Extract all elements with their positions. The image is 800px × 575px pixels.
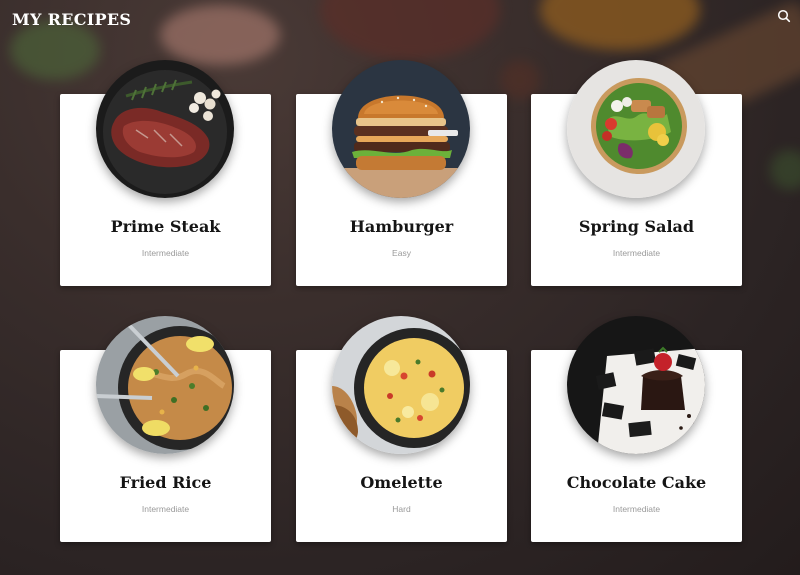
steak-image	[96, 60, 234, 198]
recipe-difficulty: Intermediate	[141, 504, 190, 514]
recipe-card-omelette[interactable]: Omelette Hard	[296, 316, 507, 542]
search-icon	[777, 9, 791, 23]
recipe-title: Hamburger	[349, 217, 454, 236]
recipe-title: Prime Steak	[110, 217, 221, 236]
chocolate-cake-image	[567, 316, 705, 454]
recipe-card-hamburger[interactable]: Hamburger Easy	[296, 60, 507, 286]
recipe-card-chocolate-cake[interactable]: Chocolate Cake Intermediate	[531, 316, 742, 542]
salad-image	[567, 60, 705, 198]
recipe-difficulty: Intermediate	[141, 248, 190, 258]
recipe-title: Chocolate Cake	[566, 473, 707, 492]
background-soup-bowl-decoration	[540, 0, 700, 50]
background-spice-bowl-decoration	[320, 0, 500, 60]
page-title: MY RECIPES	[12, 10, 132, 29]
recipe-difficulty: Hard	[392, 504, 411, 514]
fried-rice-image	[96, 316, 234, 454]
background-herb-decoration	[10, 20, 100, 80]
recipe-title: Fried Rice	[119, 473, 212, 492]
recipe-title: Spring Salad	[578, 217, 695, 236]
background-garlic-decoration	[160, 5, 280, 65]
recipe-card-prime-steak[interactable]: Prime Steak Intermediate	[60, 60, 271, 286]
recipe-card-spring-salad[interactable]: Spring Salad Intermediate	[531, 60, 742, 286]
recipe-card-fried-rice[interactable]: Fried Rice Intermediate	[60, 316, 271, 542]
search-button[interactable]	[776, 8, 792, 24]
hamburger-image	[332, 60, 470, 198]
recipe-difficulty: Intermediate	[612, 504, 661, 514]
background-leaf-decoration	[770, 150, 800, 190]
recipe-difficulty: Intermediate	[612, 248, 661, 258]
recipe-title: Omelette	[360, 473, 443, 492]
recipe-difficulty: Easy	[392, 248, 411, 258]
omelette-image	[332, 316, 470, 454]
